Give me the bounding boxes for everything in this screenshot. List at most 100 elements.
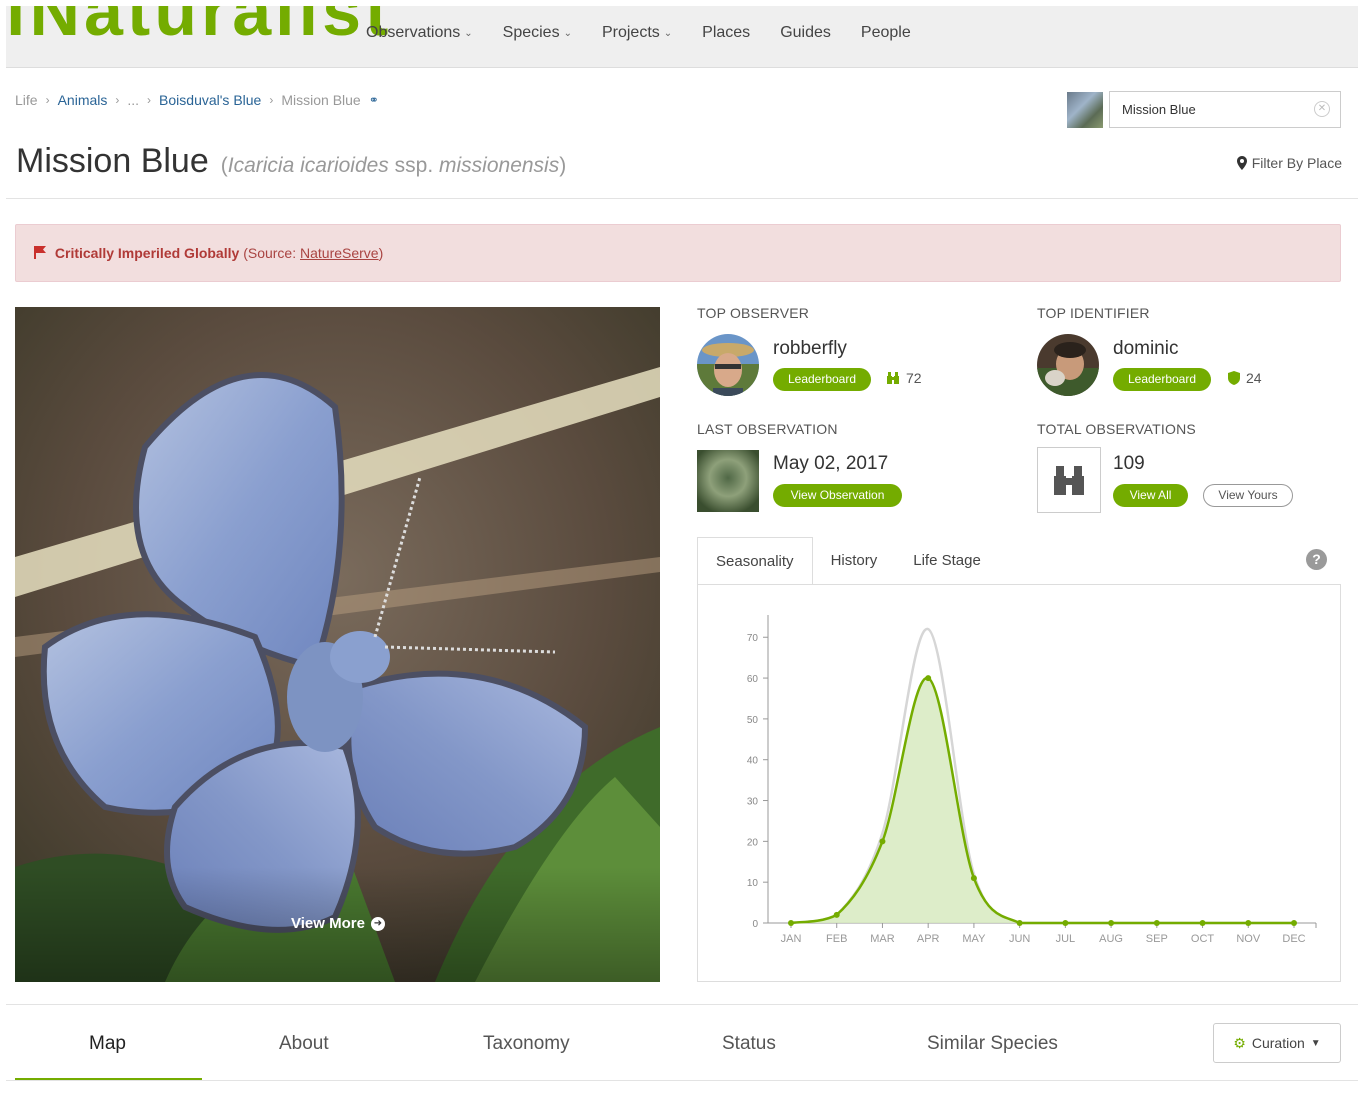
- observer-avatar[interactable]: [697, 334, 759, 396]
- last-observation-thumbnail[interactable]: [697, 450, 759, 512]
- x-tick-label: MAY: [962, 933, 986, 945]
- view-yours-button[interactable]: View Yours: [1203, 484, 1293, 507]
- data-point: [1199, 920, 1206, 926]
- view-more-button[interactable]: View More ➜: [291, 915, 385, 932]
- breadcrumb-separator: ›: [115, 93, 120, 107]
- x-tick-label: OCT: [1191, 933, 1215, 945]
- curation-label: Curation: [1251, 1035, 1305, 1051]
- filter-by-place[interactable]: Filter By Place: [1236, 155, 1342, 171]
- last-observation-heading: LAST OBSERVATION: [697, 421, 838, 437]
- taxon-page: iNaturalist Observations ⌄ Species ⌄ Proje…: [0, 0, 1358, 1100]
- tab-map[interactable]: Map: [89, 1033, 126, 1055]
- nav-menu: Observations ⌄ Species ⌄ Projects ⌄ Places …: [366, 24, 941, 42]
- nav-places[interactable]: Places: [702, 24, 750, 42]
- identifier-count-value: 24: [1246, 370, 1262, 386]
- last-observation-date: May 02, 2017: [773, 453, 889, 474]
- chart-tabs: Seasonality History Life Stage: [697, 537, 999, 585]
- caret-down-icon: ▼: [1310, 1037, 1321, 1049]
- data-point: [970, 875, 977, 882]
- identifier-avatar[interactable]: [1037, 334, 1099, 396]
- tab-history[interactable]: History: [813, 537, 896, 585]
- x-tick-label: MAR: [870, 933, 895, 945]
- tab-status[interactable]: Status: [722, 1033, 776, 1055]
- nav-species[interactable]: Species ⌄: [503, 24, 572, 42]
- arrow-right-icon: ➜: [370, 916, 385, 931]
- curation-dropdown-button[interactable]: ⚙ Curation ▼: [1213, 1023, 1341, 1063]
- identifier-name[interactable]: dominic: [1113, 338, 1178, 360]
- y-tick-label: 70: [747, 633, 759, 644]
- gear-icon: ⚙: [1233, 1034, 1246, 1051]
- tab-seasonality[interactable]: Seasonality: [697, 537, 813, 585]
- data-point: [1062, 920, 1069, 926]
- y-tick-label: 20: [747, 837, 759, 848]
- y-tick-label: 30: [747, 797, 759, 808]
- page-title: Mission Blue (Icaricia icarioides ssp. m…: [16, 142, 566, 181]
- y-tick-label: 50: [747, 715, 759, 726]
- tab-taxonomy[interactable]: Taxonomy: [483, 1033, 570, 1055]
- x-tick-label: JAN: [781, 933, 802, 945]
- sci-infra: missionensis: [439, 154, 560, 177]
- divider: [6, 1080, 1358, 1081]
- status-text: Critically Imperiled Globally: [54, 245, 240, 261]
- breadcrumb-animals[interactable]: Animals: [58, 92, 108, 108]
- source-prefix: (Source:: [243, 245, 300, 261]
- tab-life-stage[interactable]: Life Stage: [895, 537, 999, 585]
- butterfly-photo: [15, 307, 660, 982]
- data-point: [1016, 920, 1023, 926]
- nav-guides[interactable]: Guides: [780, 24, 831, 42]
- link-icon[interactable]: ⚭: [369, 93, 379, 107]
- seasonality-chart-panel: 0 10 20 30 40 50 60 70 JAN FEB MAR APR MAY JUN JUL AUG S…: [697, 584, 1341, 982]
- top-observer-heading: TOP OBSERVER: [697, 305, 810, 321]
- breadcrumb-separator: ›: [147, 93, 152, 107]
- data-point: [1245, 920, 1252, 926]
- seasonality-chart: 0 10 20 30 40 50 60 70 JAN FEB MAR APR MAY JUN JUL AUG S…: [747, 615, 1317, 945]
- nav-people[interactable]: People: [861, 24, 911, 42]
- y-tick-label: 0: [752, 919, 758, 930]
- observer-leaderboard-button[interactable]: Leaderboard: [773, 368, 871, 391]
- view-observation-button[interactable]: View Observation: [773, 484, 902, 507]
- divider: [6, 1004, 1358, 1005]
- data-point: [788, 920, 794, 926]
- natureserve-link[interactable]: NatureServe: [300, 245, 379, 261]
- nav-observations[interactable]: Observations ⌄: [366, 24, 473, 42]
- nav-projects[interactable]: Projects ⌄: [602, 24, 672, 42]
- series-area-green: [791, 677, 1294, 923]
- identifier-count: 24: [1228, 370, 1262, 386]
- clear-icon[interactable]: ✕: [1314, 101, 1330, 117]
- y-tick-label: 40: [747, 756, 759, 767]
- top-identifier-heading: TOP IDENTIFIER: [1037, 305, 1150, 321]
- tab-similar-species[interactable]: Similar Species: [927, 1033, 1058, 1055]
- observer-name[interactable]: robberfly: [773, 338, 847, 360]
- taxon-photo[interactable]: View More ➜: [15, 307, 660, 982]
- breadcrumb-ellipsis[interactable]: ...: [127, 92, 139, 108]
- x-tick-label: DEC: [1282, 933, 1305, 945]
- flag-icon: [34, 246, 46, 259]
- data-point: [1108, 920, 1115, 926]
- breadcrumb-boisduvals-blue[interactable]: Boisduval's Blue: [159, 92, 261, 108]
- x-tick-label: AUG: [1099, 933, 1123, 945]
- x-tick-label: SEP: [1146, 933, 1168, 945]
- filter-label: Filter By Place: [1251, 155, 1342, 171]
- map-marker-icon: [1236, 156, 1247, 170]
- breadcrumb-life[interactable]: Life: [15, 92, 38, 108]
- taxon-search-input[interactable]: Mission Blue ✕: [1109, 91, 1341, 128]
- view-all-button[interactable]: View All: [1113, 484, 1188, 507]
- scientific-name: (Icaricia icarioides ssp. missionensis): [220, 154, 567, 177]
- data-point: [833, 911, 840, 918]
- taxon-thumbnail: [1067, 92, 1103, 128]
- tab-about[interactable]: About: [279, 1033, 329, 1055]
- source-suffix: ): [378, 245, 384, 261]
- avatar-robberfly: [697, 334, 759, 396]
- chevron-down-icon: ⌄: [563, 27, 572, 39]
- x-tick-label: NOV: [1236, 933, 1261, 945]
- breadcrumb-current: Mission Blue: [281, 92, 361, 108]
- data-point: [925, 675, 932, 682]
- observations-icon-box: [1037, 447, 1101, 513]
- breadcrumb: Life › Animals › ... › Boisduval's Blue …: [15, 92, 379, 108]
- x-tick-label: JUN: [1009, 933, 1030, 945]
- help-icon[interactable]: ?: [1306, 549, 1327, 570]
- shield-icon: [1228, 371, 1240, 385]
- identifier-leaderboard-button[interactable]: Leaderboard: [1113, 368, 1211, 391]
- data-point: [1153, 920, 1160, 926]
- observer-count-value: 72: [906, 370, 922, 386]
